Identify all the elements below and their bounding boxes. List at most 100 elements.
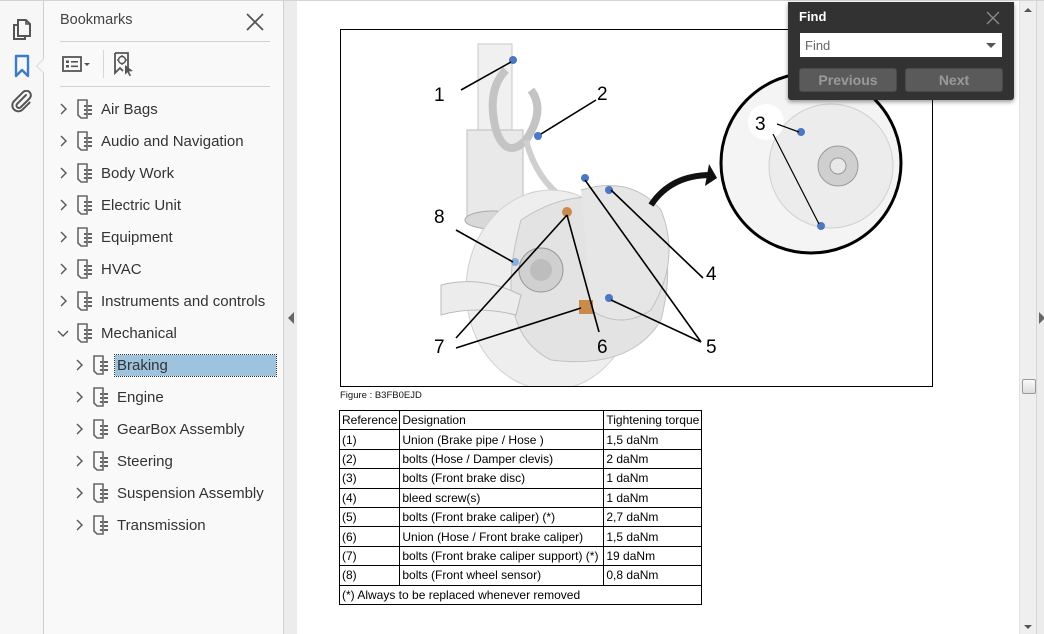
figure-caption: Figure : B3FB0EJD (340, 390, 422, 401)
bookmark-page-icon (77, 99, 92, 119)
callout-3: 3 (755, 114, 766, 135)
cell-reference: (1) (338, 429, 401, 450)
callout-8: 8 (434, 207, 445, 228)
chevron-right-icon[interactable] (56, 262, 70, 276)
chevron-right-icon[interactable] (72, 422, 86, 436)
scroll-up-arrow-icon[interactable] (1024, 8, 1032, 12)
cell-torque: 1 daNm (603, 468, 703, 489)
cell-designation: bolts (Front wheel sensor) (399, 565, 605, 586)
bookmark-page-icon (93, 451, 108, 471)
bookmark-page-icon (93, 355, 108, 375)
pages-icon (13, 19, 31, 40)
callout-7: 7 (434, 337, 445, 358)
bookmark-mechanical[interactable]: Mechanical (56, 320, 179, 346)
expand-right-panel-arrow-icon[interactable] (1039, 312, 1044, 324)
scrollbar-thumb[interactable] (1022, 379, 1036, 394)
bookmark-hvac[interactable]: HVAC (56, 256, 144, 282)
chevron-right-icon[interactable] (56, 198, 70, 212)
bookmark-instruments-and-controls[interactable]: Instruments and controls (56, 288, 267, 314)
torque-table: Reference Designation Tightening torque … (338, 409, 703, 605)
bookmark-transmission[interactable]: Transmission (72, 512, 208, 538)
cell-reference: (2) (338, 448, 401, 470)
scroll-down-arrow-icon[interactable] (1024, 625, 1032, 629)
find-previous-button[interactable]: Previous (799, 68, 897, 92)
cell-designation: bolts (Front brake disc) (399, 468, 605, 489)
bookmark-electric-unit[interactable]: Electric Unit (56, 192, 183, 218)
bookmark-label: Body Work (101, 164, 175, 182)
panel-divider (60, 41, 270, 42)
new-bookmark-icon (114, 52, 133, 77)
cell-reference: (8) (338, 565, 401, 586)
chevron-down-icon[interactable] (56, 326, 70, 340)
cell-torque: 1,5 daNm (603, 429, 703, 450)
callout-5: 5 (706, 337, 717, 358)
bookmark-suspension-assembly[interactable]: Suspension Assembly (72, 480, 266, 506)
bookmark-body-work[interactable]: Body Work (56, 160, 176, 186)
chevron-right-icon[interactable] (56, 294, 70, 308)
find-close-button[interactable] (986, 10, 1000, 25)
chevron-right-icon[interactable] (56, 230, 70, 244)
bookmark-label: GearBox Assembly (117, 420, 245, 438)
cell-torque: 19 daNm (603, 545, 703, 567)
navigation-rail (0, 1, 45, 634)
chevron-right-icon[interactable] (72, 390, 86, 404)
collapse-panel-arrow-icon[interactable] (288, 312, 294, 324)
find-input[interactable] (800, 33, 1002, 57)
page-thumbnails-button[interactable] (9, 17, 35, 43)
chevron-right-icon[interactable] (56, 166, 70, 180)
bookmark-label: Braking (114, 353, 277, 377)
chevron-right-icon[interactable] (72, 486, 86, 500)
bookmark-page-icon (77, 195, 92, 215)
toolbar-divider (103, 50, 104, 78)
vertical-scrollbar[interactable] (1019, 1, 1036, 634)
chevron-right-icon[interactable] (72, 454, 86, 468)
table-row: (7) bolts (Front brake caliper support) (… (338, 545, 703, 567)
cell-designation: bolts (Hose / Damper clevis) (399, 448, 605, 470)
right-panel-toggle[interactable] (1036, 1, 1044, 634)
bookmark-page-icon (77, 291, 92, 311)
bookmark-gearbox-assembly[interactable]: GearBox Assembly (72, 416, 247, 442)
bookmark-steering[interactable]: Steering (72, 448, 175, 474)
bookmark-icon (14, 54, 30, 78)
bookmark-page-icon (77, 323, 92, 343)
table-row: (5) bolts (Front brake caliper) (*) 2,7 da… (338, 506, 703, 528)
callout-1: 1 (434, 85, 445, 106)
cell-reference: (5) (338, 506, 401, 528)
bookmark-air-bags[interactable]: Air Bags (56, 96, 160, 122)
header-reference: Reference (338, 409, 401, 431)
cell-torque: 1 daNm (603, 487, 703, 508)
attachments-button[interactable] (9, 89, 35, 115)
bookmarks-button[interactable] (9, 53, 35, 79)
chevron-right-icon[interactable] (72, 518, 86, 532)
bookmark-braking[interactable]: Braking (72, 352, 277, 378)
bookmark-audio-and-navigation[interactable]: Audio and Navigation (56, 128, 246, 154)
new-bookmark-button[interactable] (112, 51, 136, 77)
bookmark-page-icon (93, 483, 108, 503)
bookmark-label: Electric Unit (101, 196, 182, 214)
bookmarks-panel: Bookmarks Air Bags Audio and Navigation … (44, 1, 283, 634)
close-panel-button[interactable] (244, 11, 266, 33)
chevron-right-icon[interactable] (56, 134, 70, 148)
cell-reference: (3) (338, 468, 401, 489)
list-options-icon (62, 56, 90, 72)
find-history-dropdown-icon[interactable] (986, 43, 996, 48)
bookmark-engine[interactable]: Engine (72, 384, 166, 410)
cell-torque: 2 daNm (603, 448, 703, 470)
bookmark-equipment[interactable]: Equipment (56, 224, 175, 250)
bookmark-label: Mechanical (101, 324, 177, 342)
find-next-button[interactable]: Next (905, 68, 1003, 92)
pdf-reader-window: Bookmarks Air Bags Audio and Navigation … (0, 0, 1044, 634)
panel-title: Bookmarks (60, 12, 133, 28)
cell-designation: Union (Hose / Front brake caliper) (399, 526, 605, 547)
callout-4: 4 (706, 264, 717, 285)
chevron-right-icon[interactable] (72, 358, 86, 372)
bookmark-page-icon (93, 387, 108, 407)
table-footnote: (*) Always to be replaced whenever remov… (338, 584, 703, 605)
panel-divider (60, 86, 270, 87)
chevron-right-icon[interactable] (56, 102, 70, 116)
panel-splitter[interactable] (283, 1, 297, 634)
bookmark-label: Air Bags (101, 100, 158, 118)
cell-designation: bolts (Front brake caliper) (*) (399, 506, 605, 528)
bookmark-label: Suspension Assembly (117, 484, 264, 502)
bookmark-options-button[interactable] (61, 51, 95, 77)
